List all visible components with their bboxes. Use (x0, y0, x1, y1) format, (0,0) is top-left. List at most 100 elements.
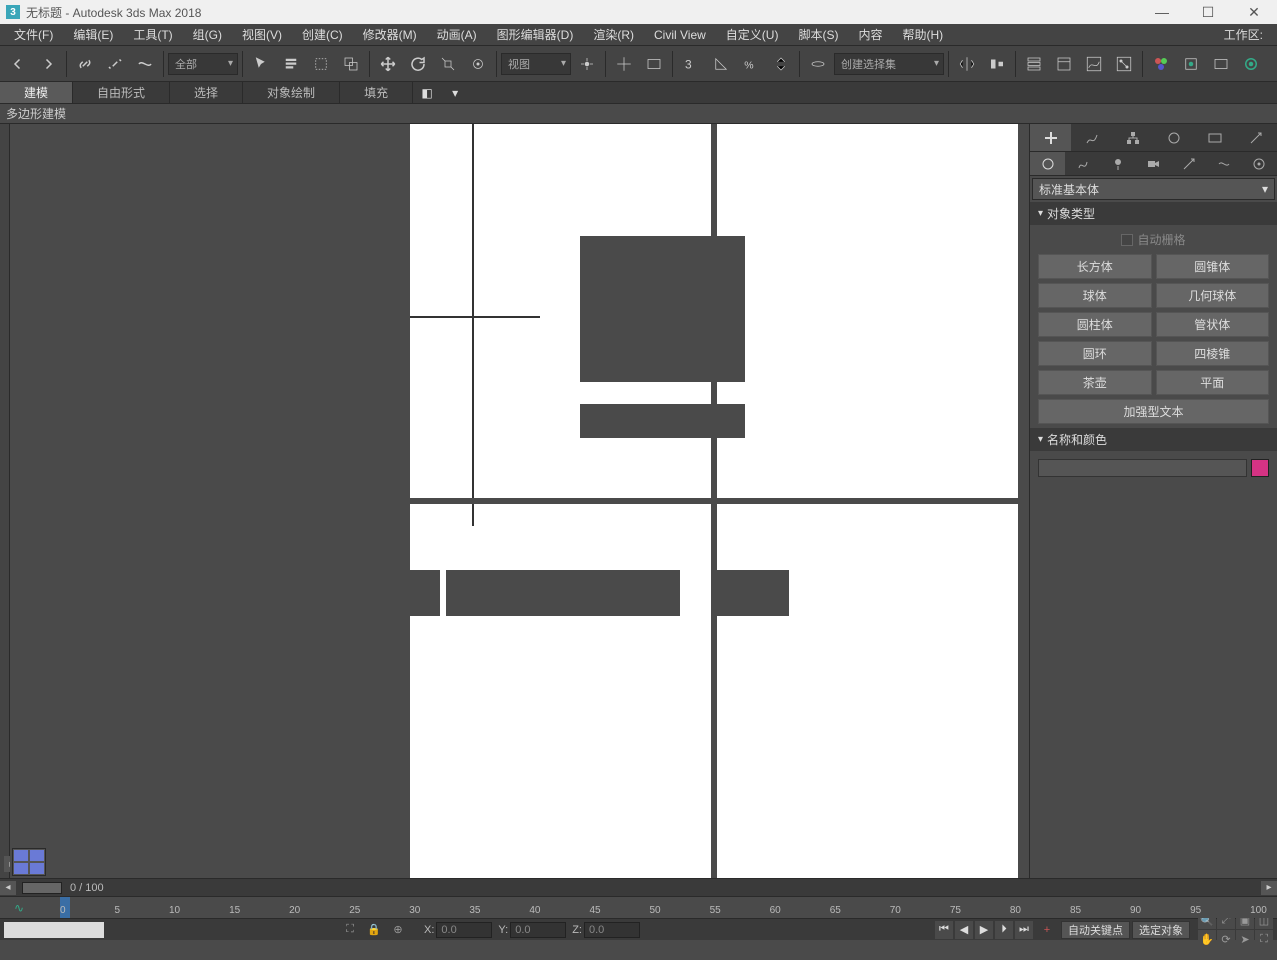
selection-lock-icon[interactable]: 🔒 (363, 921, 385, 939)
angle-snap-button[interactable] (707, 50, 735, 78)
minimize-button[interactable]: — (1139, 0, 1185, 24)
ribbon-pin-icon[interactable]: ◧ (413, 82, 441, 103)
menu-tools[interactable]: 工具(T) (123, 24, 182, 46)
next-frame-button[interactable]: ⏵ (995, 921, 1013, 939)
ribbon-minimize-icon[interactable]: ▾ (441, 82, 469, 103)
section-object-type[interactable]: 对象类型 (1030, 202, 1277, 225)
trackbar-left-arrow[interactable]: ◂ (0, 881, 16, 895)
create-textplus-button[interactable]: 加强型文本 (1038, 399, 1269, 424)
autokey-toggle[interactable]: 自动关键点 (1061, 921, 1130, 939)
keyboard-shortcut-icon[interactable] (640, 50, 668, 78)
panel-tab-motion[interactable] (1154, 124, 1195, 151)
menu-edit[interactable]: 编辑(E) (63, 24, 123, 46)
curve-editor-button[interactable] (1080, 50, 1108, 78)
coord-x-input[interactable]: 0.0 (436, 922, 492, 938)
category-geometry-icon[interactable] (1030, 152, 1065, 175)
create-torus-button[interactable]: 圆环 (1038, 341, 1152, 366)
viewport-top-right[interactable] (717, 124, 1018, 498)
category-cameras-icon[interactable] (1136, 152, 1171, 175)
create-box-button[interactable]: 长方体 (1038, 254, 1152, 279)
render-frame-button[interactable] (1207, 50, 1235, 78)
category-spacewarps-icon[interactable] (1206, 152, 1241, 175)
manipulate-button[interactable] (610, 50, 638, 78)
snap-toggle-button[interactable]: 3 (677, 50, 705, 78)
ribbon-tab-populate[interactable]: 填充 (340, 82, 413, 103)
close-button[interactable]: ✕ (1231, 0, 1277, 24)
undo-button[interactable] (4, 50, 32, 78)
category-lights-icon[interactable] (1101, 152, 1136, 175)
menu-help[interactable]: 帮助(H) (892, 24, 953, 46)
align-button[interactable] (983, 50, 1011, 78)
schematic-view-button[interactable] (1110, 50, 1138, 78)
menu-content[interactable]: 内容 (848, 24, 892, 46)
scene-explorer-tray[interactable]: ▸ (0, 124, 10, 878)
menu-script[interactable]: 脚本(S) (788, 24, 848, 46)
create-geosphere-button[interactable]: 几何球体 (1156, 283, 1270, 308)
menu-workspace[interactable]: 工作区: (1214, 24, 1273, 46)
panel-tab-create[interactable] (1030, 124, 1071, 151)
track-bar[interactable]: ◂ 0 / 100 ▸ (0, 878, 1277, 896)
menu-create[interactable]: 创建(C) (292, 24, 353, 46)
goto-start-button[interactable]: ⏮ (935, 921, 953, 939)
edit-selection-set-icon[interactable] (804, 50, 832, 78)
toggle-ribbon-button[interactable] (1050, 50, 1078, 78)
mini-curve-editor-icon[interactable]: ∿ (14, 901, 24, 915)
coord-display-mode-icon[interactable]: ⊕ (387, 921, 409, 939)
panel-tab-hierarchy[interactable] (1112, 124, 1153, 151)
category-helpers-icon[interactable] (1171, 152, 1206, 175)
select-object-button[interactable] (247, 50, 275, 78)
create-tube-button[interactable]: 管状体 (1156, 312, 1270, 337)
ribbon-tab-modeling[interactable]: 建模 (0, 82, 73, 103)
orbit-icon[interactable]: ⟳ (1217, 930, 1235, 948)
viewport-bottom-left[interactable] (410, 504, 711, 878)
menu-modifiers[interactable]: 修改器(M) (353, 24, 427, 46)
panel-tab-modify[interactable] (1071, 124, 1112, 151)
create-sphere-button[interactable]: 球体 (1038, 283, 1152, 308)
create-category-combo[interactable]: 标准基本体 (1032, 178, 1275, 200)
named-selection-combo[interactable]: 创建选择集 (834, 53, 944, 75)
trackbar-right-arrow[interactable]: ▸ (1261, 881, 1277, 895)
viewport-layout-switcher[interactable] (12, 848, 46, 876)
pivot-center-icon[interactable] (573, 50, 601, 78)
walkthrough-icon[interactable]: ➤ (1236, 930, 1254, 948)
render-button[interactable] (1237, 50, 1265, 78)
unlink-button[interactable] (101, 50, 129, 78)
section-name-color[interactable]: 名称和颜色 (1030, 428, 1277, 451)
ribbon-tab-freeform[interactable]: 自由形式 (73, 82, 170, 103)
menu-civil-view[interactable]: Civil View (644, 24, 716, 46)
material-editor-button[interactable] (1147, 50, 1175, 78)
maxscript-mini-listener[interactable] (4, 922, 104, 938)
ref-coord-combo[interactable]: 视图 (501, 53, 571, 75)
redo-button[interactable] (34, 50, 62, 78)
category-shapes-icon[interactable] (1065, 152, 1100, 175)
layer-explorer-button[interactable] (1020, 50, 1048, 78)
render-setup-button[interactable] (1177, 50, 1205, 78)
time-ruler[interactable]: ∿ 05101520253035404550556065707580859095… (0, 896, 1277, 918)
object-name-input[interactable] (1038, 459, 1247, 477)
menu-animation[interactable]: 动画(A) (427, 24, 487, 46)
ribbon-tab-select[interactable]: 选择 (170, 82, 243, 103)
move-button[interactable] (374, 50, 402, 78)
menu-group[interactable]: 组(G) (183, 24, 232, 46)
mirror-button[interactable] (953, 50, 981, 78)
scale-button[interactable] (434, 50, 462, 78)
coord-z-input[interactable]: 0.0 (584, 922, 640, 938)
select-by-name-button[interactable] (277, 50, 305, 78)
rotate-button[interactable] (404, 50, 432, 78)
create-teapot-button[interactable]: 茶壶 (1038, 370, 1152, 395)
menu-view[interactable]: 视图(V) (232, 24, 292, 46)
placement-button[interactable] (464, 50, 492, 78)
isolate-selection-icon[interactable]: ⛶ (339, 921, 361, 939)
rect-region-icon[interactable] (307, 50, 335, 78)
bind-spacewarp-icon[interactable] (131, 50, 159, 78)
percent-snap-button[interactable]: % (737, 50, 765, 78)
category-systems-icon[interactable] (1242, 152, 1277, 175)
ribbon-tab-object-paint[interactable]: 对象绘制 (243, 82, 340, 103)
goto-end-button[interactable]: ⏭ (1015, 921, 1033, 939)
create-cone-button[interactable]: 圆锥体 (1156, 254, 1270, 279)
selection-filter-combo[interactable]: 全部 (168, 53, 238, 75)
max-toggle-icon[interactable]: ⛶ (1255, 930, 1273, 948)
panel-tab-utilities[interactable] (1236, 124, 1277, 151)
menu-render[interactable]: 渲染(R) (583, 24, 644, 46)
key-filters-combo[interactable]: 选定对象 (1132, 921, 1190, 939)
